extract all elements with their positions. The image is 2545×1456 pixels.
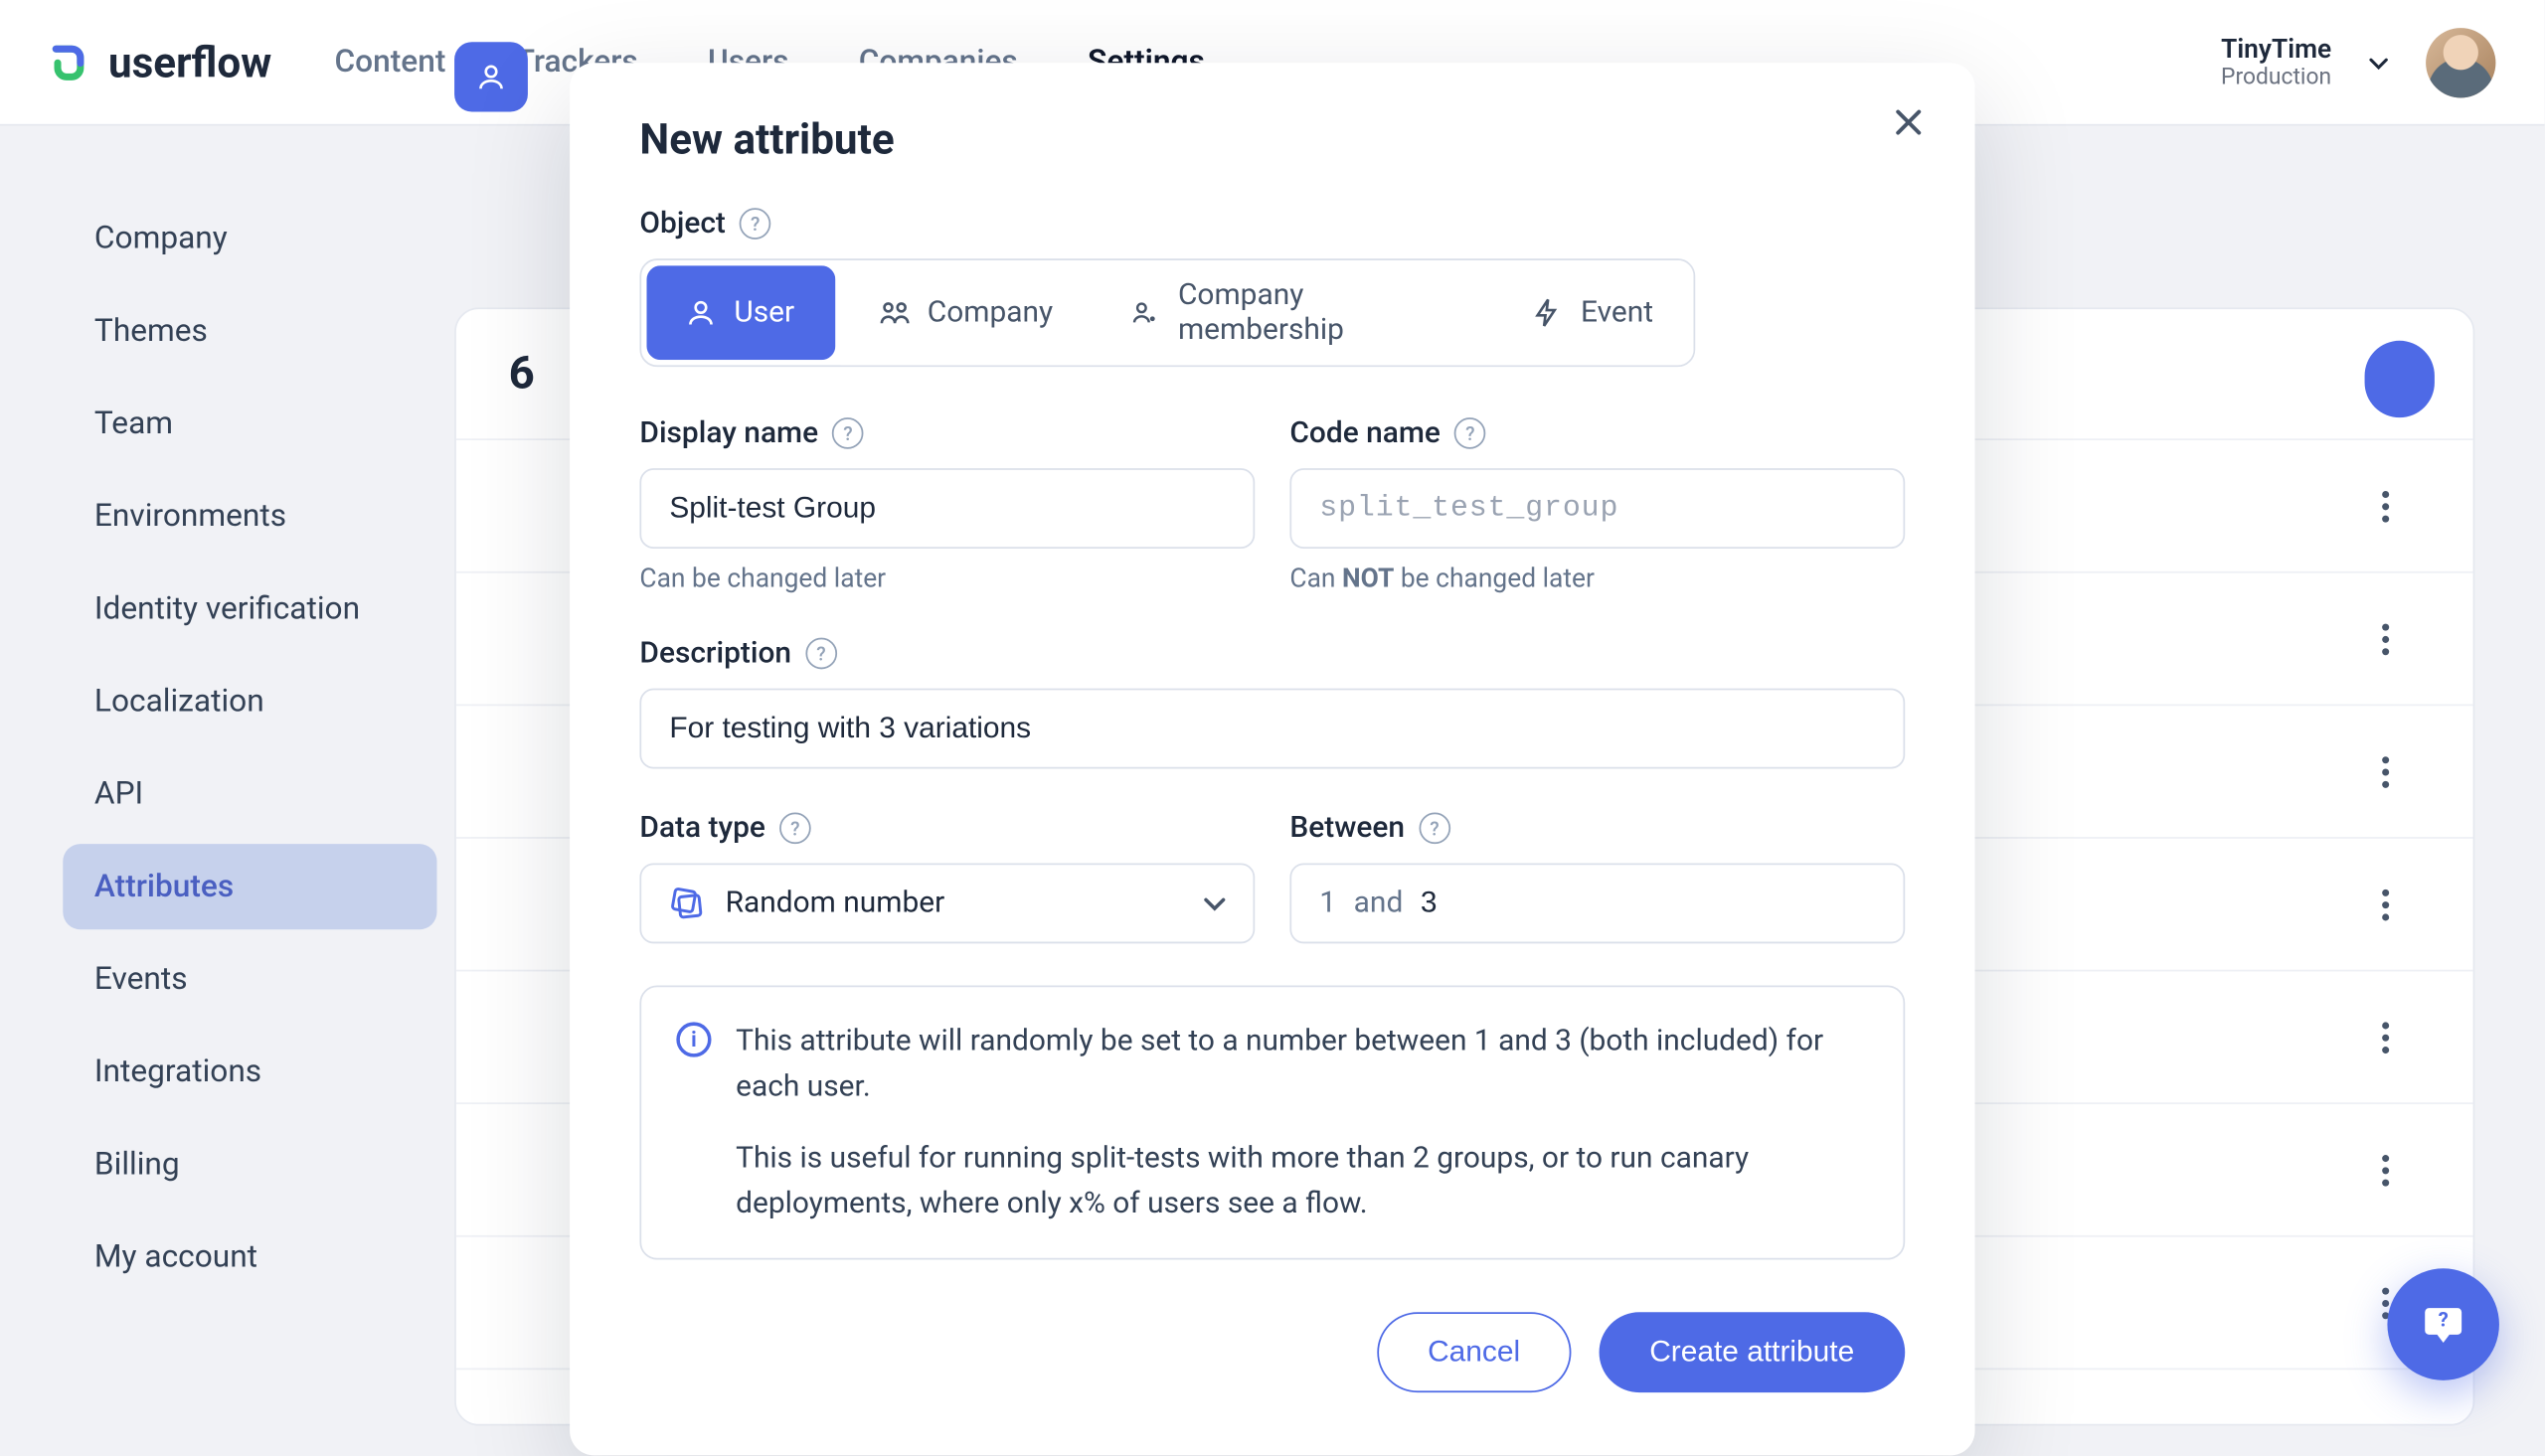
close-icon[interactable]	[1888, 101, 1930, 143]
help-chat-icon: ?	[2419, 1300, 2467, 1349]
object-option-membership[interactable]: Company membership	[1094, 260, 1494, 365]
modal-title: New attribute	[639, 115, 1905, 164]
object-option-event[interactable]: Event	[1493, 260, 1693, 365]
code-name-hint: Can NOT be changed later	[1289, 563, 1905, 594]
modal-overlay: New attribute Object ? User Company	[0, 0, 2545, 1426]
code-name-label: Code name	[1289, 415, 1441, 450]
data-type-select[interactable]: Random number	[639, 863, 1255, 943]
object-label: Object	[639, 206, 725, 241]
help-icon[interactable]: ?	[740, 208, 771, 240]
help-fab[interactable]: ?	[2387, 1268, 2499, 1380]
help-icon[interactable]: ?	[832, 417, 864, 449]
object-option-company[interactable]: Company	[840, 260, 1094, 365]
help-icon[interactable]: ?	[805, 638, 837, 670]
help-icon[interactable]: ?	[779, 812, 811, 844]
data-type-value: Random number	[726, 886, 945, 920]
help-icon[interactable]: ?	[1454, 417, 1486, 449]
user-icon	[685, 297, 717, 329]
object-option-user[interactable]: User	[646, 265, 834, 360]
display-name-input[interactable]	[639, 468, 1255, 549]
membership-icon	[1131, 297, 1160, 329]
random-icon	[669, 886, 704, 920]
description-label: Description	[639, 636, 791, 671]
event-icon	[1532, 297, 1564, 329]
cancel-button[interactable]: Cancel	[1377, 1313, 1571, 1393]
info-box: i This attribute will randomly be set to…	[639, 986, 1905, 1261]
between-field[interactable]: 1 and	[1289, 863, 1905, 943]
object-segmented: User Company Company membership Event	[639, 258, 1695, 367]
description-input[interactable]	[639, 689, 1905, 769]
create-attribute-button[interactable]: Create attribute	[1599, 1313, 1905, 1393]
info-text-2: This is useful for running split-tests w…	[736, 1135, 1868, 1227]
between-joiner: and	[1354, 886, 1404, 920]
company-icon	[879, 297, 911, 329]
help-icon[interactable]: ?	[1419, 812, 1450, 844]
new-attribute-modal: New attribute Object ? User Company	[570, 63, 1974, 1456]
info-icon: i	[676, 1022, 711, 1056]
display-name-hint: Can be changed later	[639, 563, 1255, 594]
data-type-label: Data type	[639, 811, 765, 846]
code-name-input[interactable]	[1289, 468, 1905, 549]
info-text-1: This attribute will randomly be set to a…	[736, 1019, 1868, 1111]
between-low: 1	[1319, 886, 1336, 920]
display-name-label: Display name	[639, 415, 818, 450]
chevron-down-icon	[1201, 890, 1229, 917]
between-high-input[interactable]	[1421, 886, 1490, 920]
between-label: Between	[1289, 811, 1405, 846]
svg-text:?: ?	[2439, 1309, 2449, 1333]
